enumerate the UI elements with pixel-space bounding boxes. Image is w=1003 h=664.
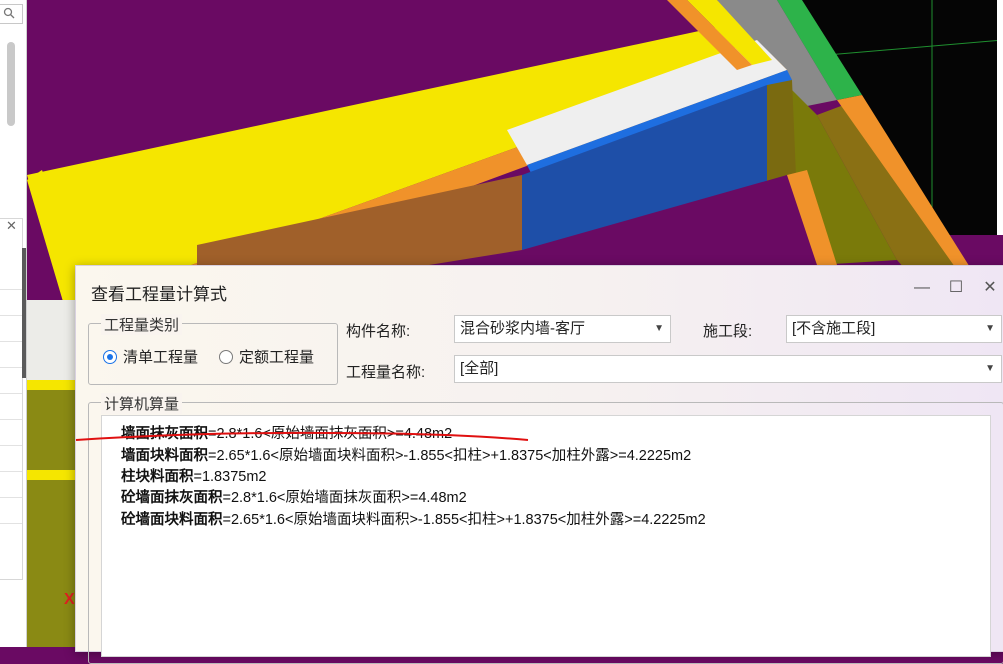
formula-expression: =2.8*1.6<原始墙面抹灰面积>=4.48m2	[222, 490, 467, 506]
calc-formula-dialog: 查看工程量计算式 — ☐ ✕ 工程量类别 清单工程量 定额工程量 构件名称: 混…	[75, 265, 1003, 664]
formula-name: 墙面块料面积	[121, 448, 208, 464]
list-divider	[0, 523, 22, 524]
maximize-button[interactable]: ☐	[946, 278, 966, 298]
sidebar-lower-panel	[0, 218, 23, 580]
quantity-type-legend: 工程量类别	[101, 314, 183, 335]
formula-line: 砼墙面抹灰面积=2.8*1.6<原始墙面抹灰面积>=4.48m2	[121, 486, 467, 507]
formula-expression: =2.8*1.6<原始墙面抹灰面积>=4.48m2	[208, 426, 453, 442]
component-name-select[interactable]: 混合砂浆内墙-客厅 ▼	[454, 315, 671, 343]
formula-expression: =2.65*1.6<原始墙面块料面积>-1.855<扣柱>+1.8375<加柱外…	[222, 512, 706, 528]
dialog-title: 查看工程量计算式	[91, 285, 227, 304]
minimize-button[interactable]: —	[912, 278, 932, 298]
formula-expression: =1.8375m2	[193, 469, 267, 485]
x-axis-label: X	[64, 591, 75, 608]
component-name-value: 混合砂浆内墙-客厅	[460, 320, 585, 337]
construction-stage-select[interactable]: [不含施工段] ▼	[786, 315, 1002, 343]
component-name-label: 构件名称:	[346, 323, 411, 340]
formula-line: 砼墙面块料面积=2.65*1.6<原始墙面块料面积>-1.855<扣柱>+1.8…	[121, 508, 706, 529]
radio-unselected-icon	[219, 349, 233, 364]
list-divider	[0, 289, 22, 290]
radio-label: 清单工程量	[123, 349, 199, 366]
formula-textarea[interactable]: 墙面抹灰面积=2.8*1.6<原始墙面抹灰面积>=4.48m2 墙面块料面积=2…	[101, 415, 991, 657]
formula-line: 墙面抹灰面积=2.8*1.6<原始墙面抹灰面积>=4.48m2	[121, 422, 452, 443]
dropdown-arrow-icon: ▼	[654, 323, 664, 334]
radio-label: 定额工程量	[239, 349, 315, 366]
construction-stage-label: 施工段:	[703, 323, 753, 340]
quantity-name-select[interactable]: [全部] ▼	[454, 355, 1002, 383]
formula-line: 墙面块料面积=2.65*1.6<原始墙面块料面积>-1.855<扣柱>+1.83…	[121, 444, 691, 465]
quantity-type-group: 工程量类别 清单工程量 定额工程量	[88, 314, 338, 385]
formula-expression: =2.65*1.6<原始墙面块料面积>-1.855<扣柱>+1.8375<加柱外…	[208, 448, 692, 464]
dropdown-arrow-icon: ▼	[985, 323, 995, 334]
list-divider	[0, 497, 22, 498]
list-divider	[0, 393, 22, 394]
construction-stage-value: [不含施工段]	[792, 320, 876, 337]
search-box[interactable]	[0, 4, 23, 24]
radio-selected-icon	[103, 349, 117, 364]
list-divider	[0, 315, 22, 316]
radio-quota-quantity[interactable]: 定额工程量	[219, 346, 314, 367]
list-divider	[0, 445, 22, 446]
search-icon	[3, 7, 15, 19]
formula-name: 墙面抹灰面积	[121, 426, 208, 442]
close-button[interactable]: ✕	[980, 278, 1000, 298]
quantity-name-value: [全部]	[460, 360, 499, 377]
formula-name: 柱块料面积	[121, 469, 194, 485]
left-sidebar: ✕	[0, 0, 27, 647]
list-divider	[0, 419, 22, 420]
radio-bill-quantity[interactable]: 清单工程量	[103, 346, 198, 367]
sidebar-scrollbar[interactable]	[7, 42, 15, 126]
formula-line: 柱块料面积=1.8375m2	[121, 465, 266, 486]
formula-name: 砼墙面抹灰面积	[121, 490, 223, 506]
list-divider	[0, 367, 22, 368]
list-divider	[0, 341, 22, 342]
quantity-name-label: 工程量名称:	[346, 364, 426, 381]
panel-close-icon[interactable]: ✕	[6, 218, 17, 234]
dropdown-arrow-icon: ▼	[985, 363, 995, 374]
list-divider	[0, 471, 22, 472]
panel-splitter[interactable]	[22, 248, 26, 378]
computer-calc-group: 计算机算量 墙面抹灰面积=2.8*1.6<原始墙面抹灰面积>=4.48m2 墙面…	[88, 393, 1003, 664]
computer-calc-legend: 计算机算量	[101, 393, 183, 414]
formula-name: 砼墙面块料面积	[121, 512, 223, 528]
